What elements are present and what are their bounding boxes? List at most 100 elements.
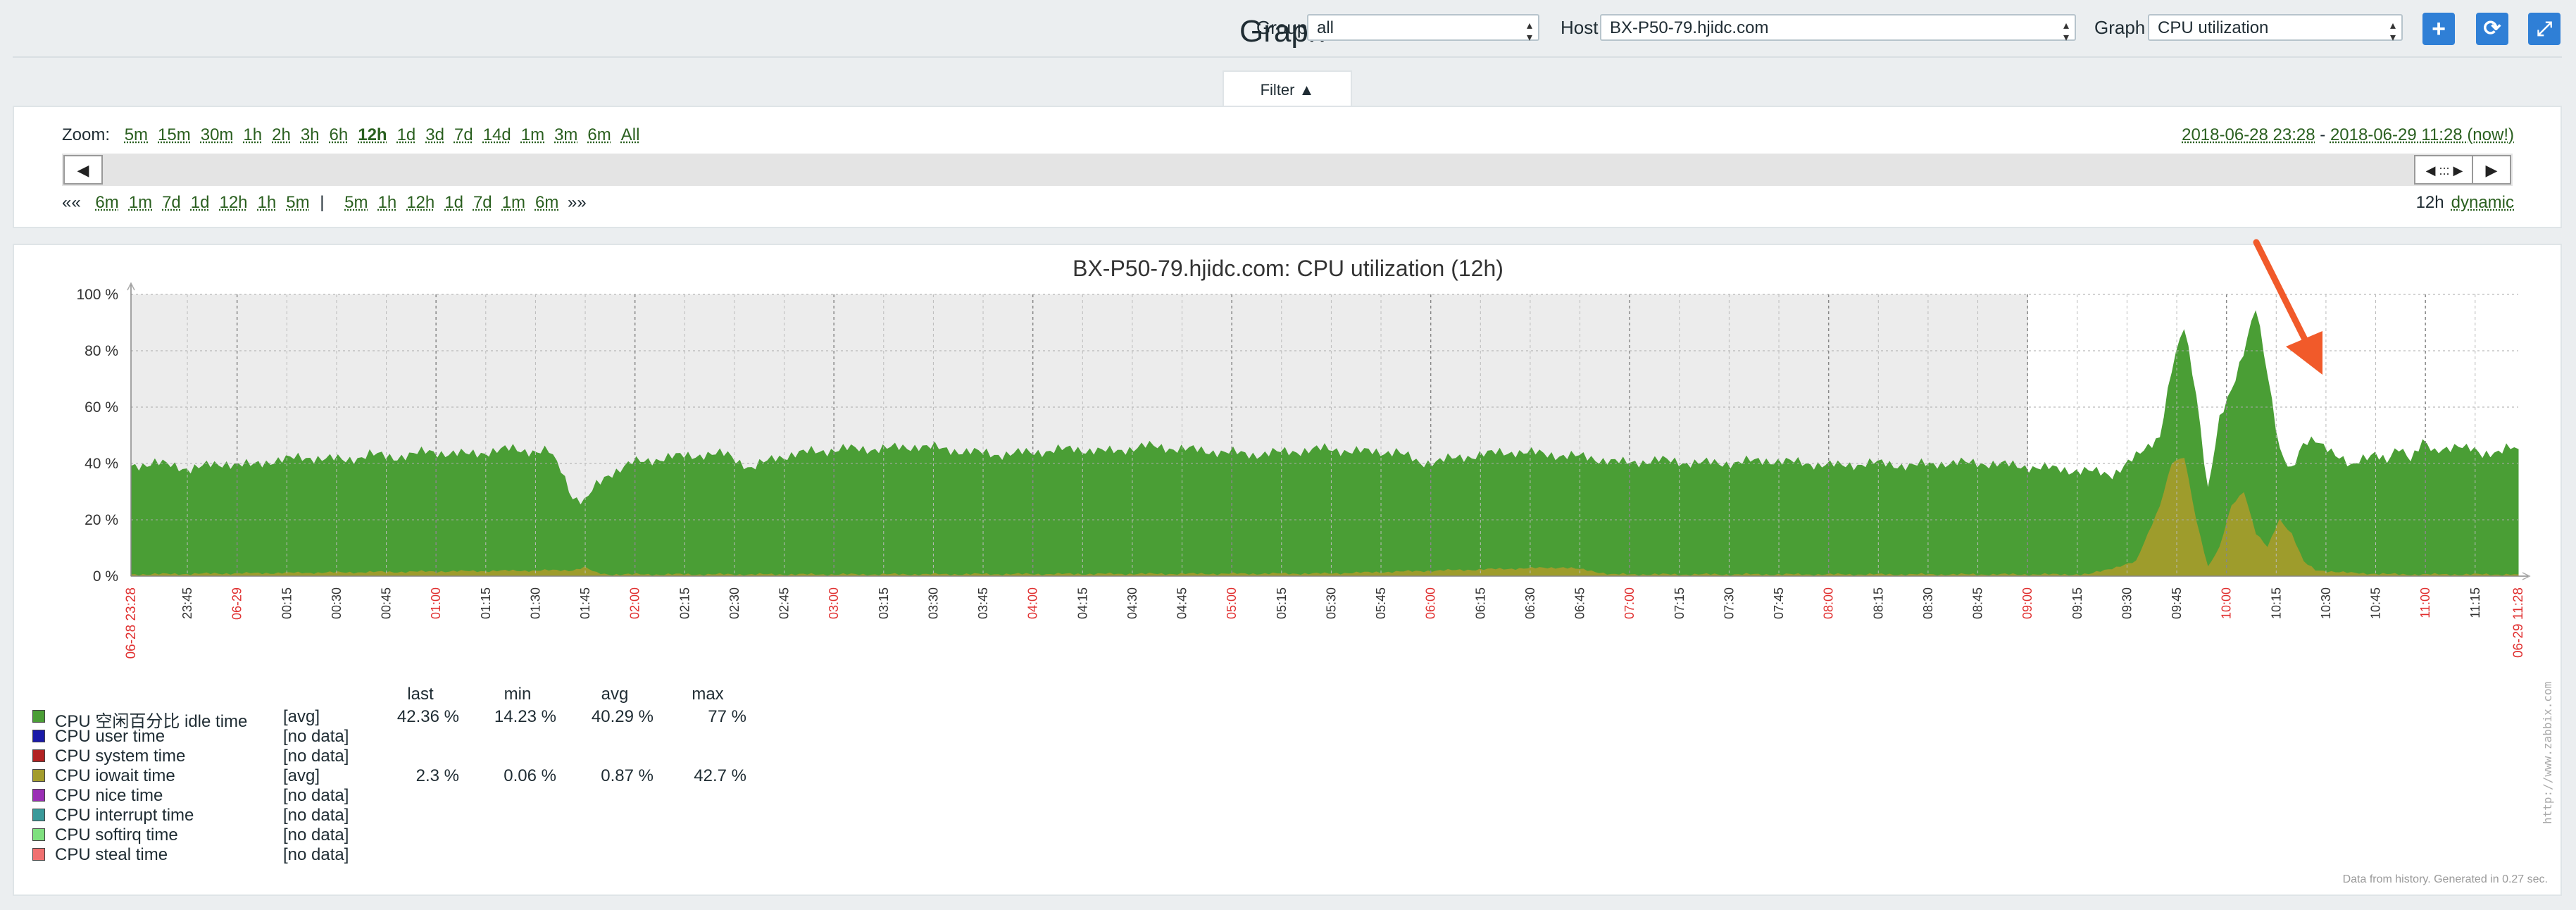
- legend-color-swatch: [32, 769, 45, 782]
- legend-item: CPU user time [no data]: [32, 727, 737, 747]
- x-tick-label: 09:00: [2020, 587, 2034, 619]
- x-tick-label: 01:30: [528, 587, 542, 619]
- legend-item-avg: 40.29 %: [591, 707, 654, 726]
- legend-item: CPU steal time [no data]: [32, 845, 737, 865]
- x-end-label: 06-29 11:28: [2511, 587, 2526, 658]
- x-tick-label: 03:00: [827, 587, 841, 619]
- legend-item-last: 42.36 %: [396, 707, 459, 726]
- x-tick-label: 06:45: [1573, 587, 1587, 619]
- x-tick-label: 08:15: [1871, 587, 1885, 619]
- legend-header-last: last: [407, 685, 434, 704]
- footer-note: Data from history. Generated in 0.27 sec…: [2342, 873, 2548, 885]
- x-tick-label: 10:00: [2220, 587, 2234, 619]
- x-tick-label: 02:15: [677, 587, 692, 619]
- legend-item-name: CPU user time: [55, 727, 165, 746]
- y-tick-label: 0 %: [93, 568, 118, 585]
- watermark: http://www.zabbix.com: [2541, 681, 2554, 824]
- legend-color-swatch: [32, 730, 45, 742]
- legend-item-min: 14.23 %: [494, 707, 556, 726]
- legend-item-name: CPU steal time: [55, 845, 168, 864]
- x-tick-label: 02:30: [727, 587, 742, 619]
- legend-item-name: CPU system time: [55, 747, 186, 766]
- legend-item-func: [avg]: [283, 707, 320, 726]
- x-start-label: 06-28 23:28: [124, 587, 139, 659]
- legend-item-min: 0.06 %: [504, 766, 556, 785]
- x-tick-label: 05:00: [1225, 587, 1239, 619]
- x-tick-label: 09:45: [2170, 587, 2184, 619]
- y-tick-label: 60 %: [85, 399, 118, 416]
- x-tick-label: 06:15: [1473, 587, 1487, 619]
- x-tick-label: 07:15: [1672, 587, 1687, 619]
- y-tick-label: 40 %: [85, 456, 118, 472]
- legend-item-name: CPU softirq time: [55, 825, 178, 844]
- x-tick-label: 01:45: [578, 587, 592, 619]
- legend-color-swatch: [32, 789, 45, 802]
- legend-color-swatch: [32, 848, 45, 861]
- x-tick-label: 02:45: [777, 587, 792, 619]
- legend-header-min: min: [504, 685, 532, 704]
- x-tick-label: 01:00: [429, 587, 443, 619]
- x-tick-label: 04:45: [1175, 587, 1189, 619]
- x-tick-label: 03:30: [926, 587, 940, 619]
- x-tick-label: 06:00: [1424, 587, 1438, 619]
- x-tick-label: 05:45: [1374, 587, 1388, 619]
- legend-item: CPU nice time [no data]: [32, 786, 737, 806]
- x-tick-label: 04:15: [1075, 587, 1089, 619]
- legend-item-func: [no data]: [283, 786, 349, 805]
- legend-header-avg: avg: [601, 685, 629, 704]
- legend-item-func: [no data]: [283, 747, 349, 766]
- x-tick-label: 08:30: [1921, 587, 1935, 619]
- x-tick-label: 00:30: [330, 587, 344, 619]
- x-tick-label: 08:45: [1971, 587, 1985, 619]
- x-tick-label: 10:15: [2269, 587, 2283, 619]
- x-tick-label: 07:30: [1722, 587, 1736, 619]
- x-tick-label: 05:30: [1324, 587, 1338, 619]
- x-tick-label: 10:45: [2369, 587, 2383, 619]
- x-tick-label: 04:30: [1125, 587, 1139, 619]
- legend-item-func: [no data]: [283, 727, 349, 746]
- legend-item-func: [no data]: [283, 806, 349, 825]
- x-tick-label: 09:30: [2120, 587, 2134, 619]
- x-tick-label: 10:30: [2319, 587, 2333, 619]
- x-tick-label: 09:15: [2070, 587, 2084, 619]
- y-tick-label: 20 %: [85, 512, 118, 528]
- legend-item-func: [avg]: [283, 766, 320, 785]
- legend-item: CPU iowait time [avg] 2.3 % 0.06 % 0.87 % 42.…: [32, 766, 746, 786]
- x-tick-label: 08:00: [1822, 587, 1836, 619]
- y-tick-label: 100 %: [76, 287, 118, 303]
- x-tick-label: 05:15: [1275, 587, 1289, 619]
- legend-color-swatch: [32, 828, 45, 841]
- x-tick-label: 02:00: [628, 587, 642, 619]
- legend-item-func: [no data]: [283, 825, 349, 844]
- x-tick-label: 11:15: [2468, 587, 2482, 618]
- x-tick-label: 04:00: [1026, 587, 1040, 619]
- legend-item: CPU softirq time [no data]: [32, 825, 737, 845]
- legend-item: CPU system time [no data]: [32, 747, 737, 766]
- legend-item-max: 77 %: [708, 707, 746, 726]
- x-tick-label: 23:45: [180, 587, 194, 619]
- x-tick-label: 03:45: [976, 587, 990, 619]
- x-tick-label: 00:45: [380, 587, 394, 619]
- y-tick-label: 80 %: [85, 343, 118, 359]
- legend-item-avg: 0.87 %: [601, 766, 654, 785]
- legend-item-name: CPU iowait time: [55, 766, 175, 785]
- legend-color-swatch: [32, 749, 45, 762]
- legend-item-last: 2.3 %: [415, 766, 459, 785]
- x-tick-label: 11:00: [2418, 587, 2432, 618]
- x-tick-label: 06-29: [230, 587, 244, 620]
- x-tick-label: 01:15: [479, 587, 493, 619]
- x-tick-label: 07:00: [1622, 587, 1637, 619]
- legend-item-max: 42.7 %: [694, 766, 746, 785]
- legend-item-func: [no data]: [283, 845, 349, 864]
- x-tick-label: 00:15: [280, 587, 294, 619]
- legend-color-swatch: [32, 710, 45, 723]
- legend-item-name: CPU nice time: [55, 786, 163, 805]
- legend-item: CPU 空闲百分比 idle time [avg] 42.36 % 14.23 % 40…: [32, 707, 746, 731]
- legend-item-name: CPU interrupt time: [55, 806, 194, 825]
- legend-color-swatch: [32, 809, 45, 821]
- legend-header-max: max: [692, 685, 724, 704]
- x-tick-label: 06:30: [1523, 587, 1537, 619]
- x-tick-label: 03:15: [877, 587, 891, 619]
- legend-item: CPU interrupt time [no data]: [32, 806, 737, 825]
- x-tick-label: 07:45: [1772, 587, 1786, 619]
